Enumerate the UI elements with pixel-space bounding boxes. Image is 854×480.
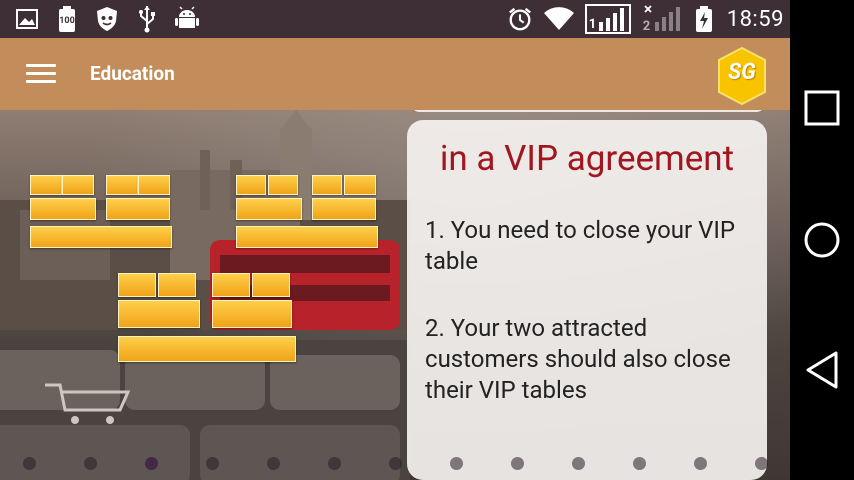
page-title: Education [90,62,175,85]
london-background-image [0,110,410,330]
card-point-2: 2. Your two attracted customers should a… [425,313,731,404]
sg-logo-text: SG [728,60,756,85]
image-icon [14,6,40,32]
signal-sim2-icon: 2 [641,5,681,34]
card-point-1: 1. You need to close your VIP table [425,215,736,275]
previous-card-edge [410,110,766,112]
recent-apps-button[interactable] [790,78,854,138]
signal-sim1-icon: 1 [584,4,631,34]
home-button[interactable] [790,210,854,270]
pager-dot[interactable] [572,457,585,470]
usb-icon [134,6,160,33]
battery-charging-icon [691,6,717,32]
pager-dot[interactable] [755,457,768,470]
pager-dot[interactable] [450,457,463,470]
pager-dot[interactable] [694,457,707,470]
square-icon [804,90,840,126]
pager-dot[interactable] [389,457,402,470]
sg-logo: SG [717,46,767,106]
back-triangle-icon [806,351,838,389]
android-icon [174,6,200,32]
battery-100-label: 100 [59,16,75,26]
education-slide: in a VIP agreement 1. You need to close … [0,110,790,480]
info-card: in a VIP agreement 1. You need to close … [407,120,767,480]
pager-dot[interactable] [511,457,524,470]
status-bar: 100 1 2 18:59 [0,0,790,38]
pager-dot[interactable] [206,457,219,470]
status-clock: 18:59 [726,6,784,32]
navigation-bar [790,0,854,480]
pager-dot[interactable] [84,457,97,470]
battery-100-icon: 100 [54,6,80,32]
pager-dot[interactable] [633,457,646,470]
pager-dot[interactable] [23,457,36,470]
menu-icon[interactable] [26,64,56,84]
app-bar: Education [0,38,790,110]
wifi-icon [543,6,575,32]
pager-dot[interactable] [267,457,280,470]
alarm-icon [507,6,533,32]
card-heading: in a VIP agreement [439,138,735,179]
back-button[interactable] [790,340,854,400]
sim1-label: 1 [588,17,597,32]
circle-icon [804,222,840,258]
shield-face-icon [94,6,120,32]
sim2-label: 2 [642,19,651,34]
pager-dot[interactable] [145,457,158,470]
pager-dot[interactable] [328,457,341,470]
